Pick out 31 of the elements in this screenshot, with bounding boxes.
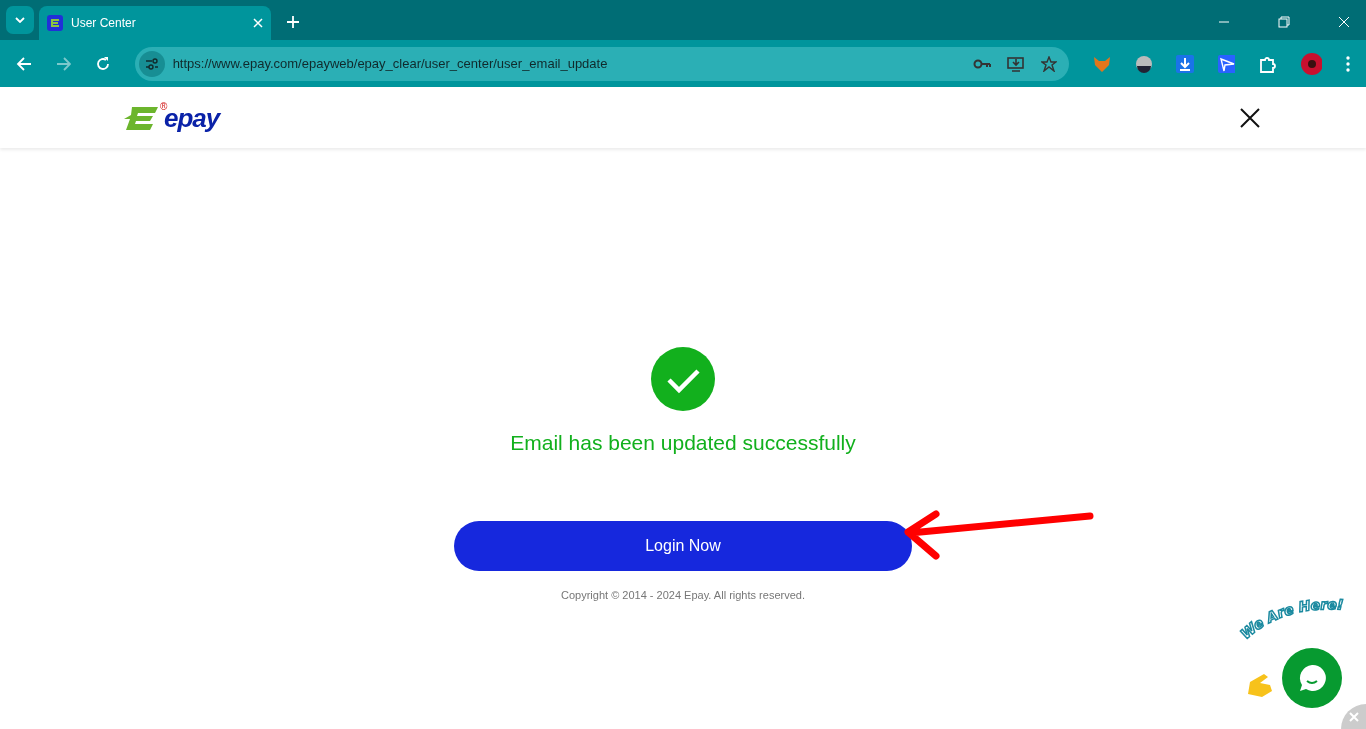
- profile-avatar-icon[interactable]: [1300, 52, 1323, 75]
- chat-button[interactable]: [1282, 648, 1342, 708]
- extension-icon[interactable]: [1134, 54, 1153, 73]
- tab-list-button[interactable]: [6, 6, 34, 34]
- favicon-icon: [47, 15, 63, 31]
- logo-icon: [124, 104, 160, 131]
- paper-plane-icon[interactable]: [1217, 54, 1236, 73]
- back-icon[interactable]: [16, 55, 32, 72]
- install-app-icon[interactable]: [1007, 55, 1026, 72]
- close-icon[interactable]: [1240, 107, 1260, 128]
- restore-icon[interactable]: [1278, 16, 1290, 28]
- close-icon: [1349, 712, 1359, 722]
- site-settings-icon[interactable]: [138, 50, 165, 77]
- reload-icon[interactable]: [95, 55, 111, 72]
- copyright-text: Copyright © 2014 - 2024 Epay. All rights reserved.: [561, 587, 805, 603]
- close-window-icon[interactable]: [1338, 16, 1350, 28]
- success-check-icon: [651, 347, 715, 411]
- success-message: Email has been updated successfully: [510, 430, 856, 456]
- address-bar[interactable]: https://www.epay.com/epayweb/epay_clear/user_center/user_email_update: [134, 46, 1070, 81]
- browser-tab[interactable]: User Center: [39, 6, 271, 40]
- chat-bubble-icon: [1297, 663, 1327, 693]
- download-icon[interactable]: [1176, 54, 1194, 73]
- puzzle-icon[interactable]: [1259, 54, 1277, 73]
- login-button[interactable]: Login Now: [454, 520, 912, 571]
- chevron-down-icon: [15, 17, 25, 23]
- url-text: https://www.epay.com/epayweb/epay_clear/user_center/user_email_update: [172, 54, 609, 73]
- new-tab-icon[interactable]: [287, 16, 299, 28]
- chat-caption: We Are Here!: [1232, 594, 1366, 646]
- menu-icon[interactable]: [1346, 55, 1350, 72]
- star-icon[interactable]: [1041, 55, 1058, 72]
- tab-title: User Center: [71, 15, 137, 32]
